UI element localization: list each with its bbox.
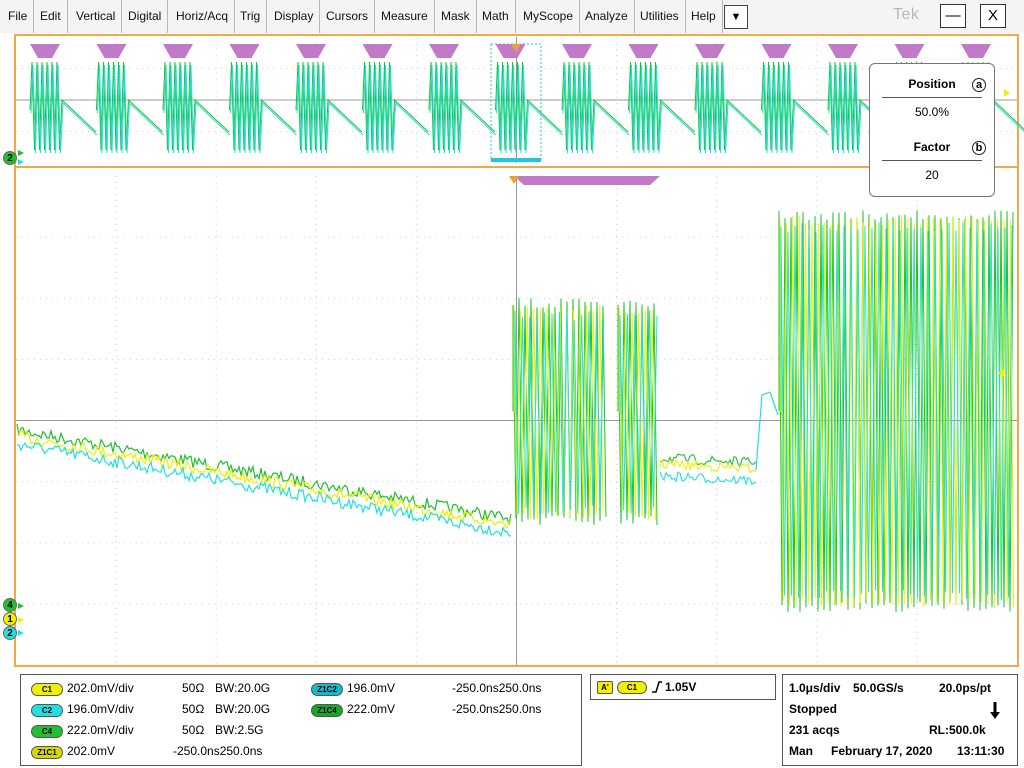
date: February 17, 2020 <box>831 744 933 758</box>
c4-scale[interactable]: 222.0mV/div <box>67 723 134 737</box>
z1c2-scale[interactable]: 196.0mV <box>347 681 395 695</box>
divider <box>882 160 982 161</box>
menu-utilities[interactable]: Utilities <box>634 0 686 33</box>
c1-impedance: 50Ω <box>182 681 205 695</box>
menu-measure[interactable]: Measure <box>375 0 435 33</box>
time: 13:11:30 <box>957 744 1005 758</box>
trigger-mode: Man <box>789 744 813 758</box>
acquisition-readout-panel[interactable]: 1.0μs/div 50.0GS/s 20.0ps/pt Stopped 231… <box>782 674 1018 766</box>
ch1-handle[interactable]: 1 <box>3 612 17 626</box>
resolution: 20.0ps/pt <box>939 681 992 695</box>
factor-knob-icon[interactable]: b <box>972 141 986 155</box>
factor-value[interactable]: 20 <box>870 168 994 182</box>
menu-trig[interactable]: Trig <box>234 0 268 33</box>
c4-badge[interactable]: C4 <box>31 725 63 738</box>
menu-mask[interactable]: Mask <box>435 0 477 33</box>
c4-impedance: 50Ω <box>182 723 205 737</box>
menu-math[interactable]: Math <box>476 0 516 33</box>
trigger-readout-panel[interactable]: A' C1 1.05V <box>590 674 776 700</box>
sample-rate: 50.0GS/s <box>853 681 904 695</box>
c2-impedance: 50Ω <box>182 702 205 716</box>
acquisition-count: 231 acqs <box>789 723 840 737</box>
z1c1-time: -250.0ns250.0ns <box>173 744 263 758</box>
c1-scale[interactable]: 202.0mV/div <box>67 681 134 695</box>
c2-badge[interactable]: C2 <box>31 704 63 717</box>
minimize-button[interactable]: — <box>940 4 966 28</box>
c2-bandwidth: BW:20.0G <box>215 702 271 716</box>
record-length: RL:500.0k <box>929 723 986 737</box>
menu-file[interactable]: File <box>2 0 35 33</box>
menu-help[interactable]: Help <box>685 0 723 33</box>
z1c2-time: -250.0ns250.0ns <box>452 681 542 695</box>
z1c2-badge[interactable]: Z1C2 <box>311 683 343 696</box>
single-shot-arrow-icon <box>990 702 1000 719</box>
channel-readout-panel: C1 202.0mV/div 50Ω BW:20.0G C2 196.0mV/d… <box>20 674 582 766</box>
z1c1-scale[interactable]: 202.0mV <box>67 744 115 758</box>
z1c4-time: -250.0ns250.0ns <box>452 702 542 716</box>
menu-digital[interactable]: Digital <box>122 0 169 33</box>
trigger-source-badge[interactable]: C1 <box>617 681 647 694</box>
trigger-a-badge[interactable]: A' <box>597 681 613 694</box>
run-state: Stopped <box>789 702 837 716</box>
c2-scale[interactable]: 196.0mV/div <box>67 702 134 716</box>
menu-cursors[interactable]: Cursors <box>320 0 376 33</box>
menu-myscope[interactable]: MyScope <box>517 0 581 33</box>
menu-horiz-acq[interactable]: Horiz/Acq <box>170 0 236 33</box>
menu-analyze[interactable]: Analyze <box>579 0 635 33</box>
tek-logo: Tek <box>893 6 920 23</box>
ch2-handle[interactable]: 2 <box>3 626 17 640</box>
zoom-control-box[interactable]: Position a 50.0% Factor b 20 <box>869 63 995 197</box>
timebase[interactable]: 1.0μs/div <box>789 681 840 695</box>
menu-dropdown-button[interactable]: ▼ <box>724 5 748 29</box>
overview-ref-handle[interactable]: 2 <box>3 151 17 165</box>
ch4-handle[interactable]: 4 <box>3 598 17 612</box>
menu-edit[interactable]: Edit <box>34 0 68 33</box>
menu-bar: File Edit Vertical Digital Horiz/Acq Tri… <box>0 0 1024 33</box>
rising-edge-icon <box>652 681 662 693</box>
c4-bandwidth: BW:2.5G <box>215 723 264 737</box>
z1c1-badge[interactable]: Z1C1 <box>31 746 63 759</box>
close-button[interactable]: X <box>980 4 1006 28</box>
menu-vertical[interactable]: Vertical <box>70 0 123 33</box>
trigger-level[interactable]: 1.05V <box>665 680 696 694</box>
position-knob-icon[interactable]: a <box>972 78 986 92</box>
z1c4-badge[interactable]: Z1C4 <box>311 704 343 717</box>
c1-bandwidth: BW:20.0G <box>215 681 271 695</box>
position-value[interactable]: 50.0% <box>870 105 994 119</box>
menu-display[interactable]: Display <box>268 0 321 33</box>
c1-badge[interactable]: C1 <box>31 683 63 696</box>
z1c4-scale[interactable]: 222.0mV <box>347 702 395 716</box>
divider <box>882 97 982 98</box>
